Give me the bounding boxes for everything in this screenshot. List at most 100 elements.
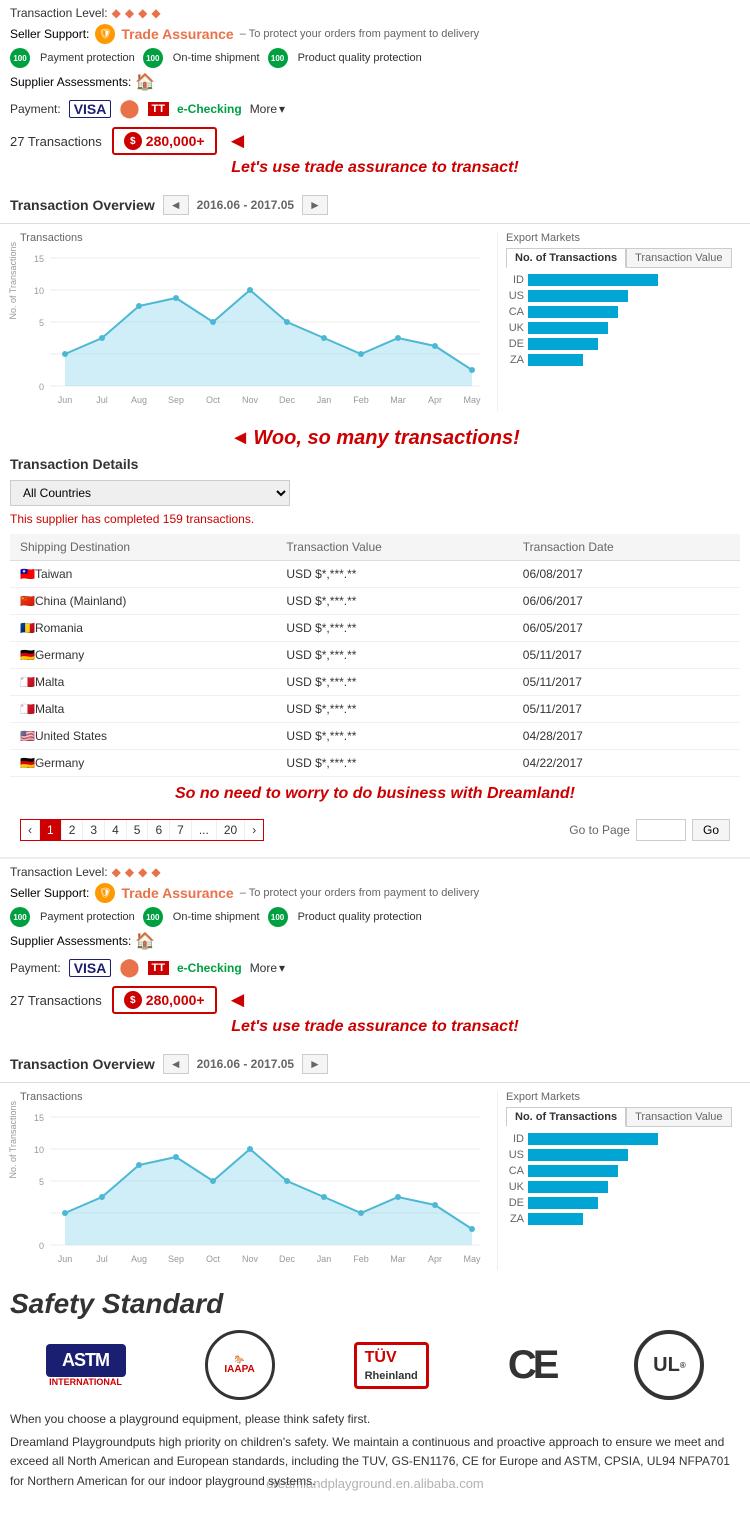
destination-cell: 🇷🇴Romania (10, 615, 276, 642)
watermark-text: dreamlandplayground.en.alibaba.com (266, 1476, 484, 1491)
seller-support-label: Seller Support: (10, 27, 89, 41)
date-cell: 05/11/2017 (513, 669, 740, 696)
page-7-button[interactable]: 7 (170, 820, 192, 840)
seller-support-row: Seller Support: 🛡 Trade Assurance – To p… (10, 24, 740, 44)
date-cell: 06/05/2017 (513, 615, 740, 642)
quality-label: Product quality protection (298, 52, 422, 64)
bottom-payment-label: Payment: (10, 961, 61, 975)
date-cell: 04/22/2017 (513, 750, 740, 777)
transaction-info-text: This supplier has completed (10, 512, 159, 526)
transaction-info-end: transactions. (186, 512, 254, 526)
goto-go-button[interactable]: Go (692, 819, 730, 841)
flag-icon: 🇲🇹 (20, 702, 35, 716)
supplier-assessments-row: Supplier Assessments: 🏠 (10, 72, 740, 92)
destination-cell: 🇩🇪Germany (10, 750, 276, 777)
tab-transaction-value[interactable]: Transaction Value (626, 248, 731, 268)
bottom-payment-protection-label: Payment protection (40, 911, 135, 923)
bottom-shield-icon: 🛡 (95, 883, 115, 903)
page-6-button[interactable]: 6 (148, 820, 170, 840)
svg-text:Feb: Feb (353, 1254, 369, 1264)
bottom-payment-row: Payment: VISA ⬤ TT e-Checking More ▾ (10, 957, 740, 978)
bottom-diamond-3: ◆ (138, 865, 147, 879)
goto-input[interactable] (636, 819, 686, 841)
value-cell: USD $*,***.** (276, 561, 512, 588)
bottom-bar-row-us: US (506, 1149, 734, 1161)
more-button-bottom[interactable]: More ▾ (250, 961, 285, 975)
bottom-protect-desc: – To protect your orders from payment to… (240, 887, 479, 899)
svg-text:15: 15 (34, 254, 44, 264)
diamond-2: ◆ (125, 6, 134, 20)
more-button-top[interactable]: More ▾ (250, 102, 285, 116)
table-row: 🇲🇹Malta USD $*,***.** 05/11/2017 (10, 696, 740, 723)
svg-text:Feb: Feb (353, 395, 369, 405)
bottom-payment-badge: 100 (10, 907, 30, 927)
bar-chart: ID US CA UK DE (506, 274, 734, 366)
flag-icon: 🇩🇪 (20, 648, 35, 662)
protection-badges: 100 Payment protection 100 On-time shipm… (10, 48, 740, 68)
flag-icon: 🇷🇴 (20, 621, 35, 635)
bottom-tab-no-of-transactions[interactable]: No. of Transactions (506, 1107, 626, 1127)
chart-container: No. of Transactions Transactions 15 10 5 (0, 224, 750, 419)
value-cell: USD $*,***.** (276, 750, 512, 777)
country-select-row: All Countries (10, 480, 740, 506)
goto-label: Go to Page (569, 823, 630, 837)
bottom-supplier-assessments-label: Supplier Assessments: (10, 934, 131, 948)
svg-text:10: 10 (34, 1145, 44, 1155)
payment-protection-label: Payment protection (40, 52, 135, 64)
country-select-dropdown[interactable]: All Countries (10, 480, 290, 506)
page-20-button[interactable]: 20 (217, 820, 245, 840)
bottom-seller-support-label: Seller Support: (10, 886, 89, 900)
bottom-annotation-1: Let's use trade assurance to transact! (231, 1018, 518, 1035)
svg-text:Apr: Apr (428, 1254, 442, 1264)
next-period-button[interactable]: ► (302, 195, 328, 215)
page-2-button[interactable]: 2 (62, 820, 84, 840)
annotation-1-box: Let's use trade assurance to transact! (10, 155, 740, 181)
page-3-button[interactable]: 3 (83, 820, 105, 840)
bottom-transaction-level-row: Transaction Level: ◆ ◆ ◆ ◆ (10, 865, 740, 879)
export-markets-title: Export Markets (506, 232, 734, 244)
bar-row-de: DE (506, 338, 734, 350)
bottom-bar-row-id: ID (506, 1133, 734, 1145)
next-page-button[interactable]: › (245, 820, 263, 840)
page-4-button[interactable]: 4 (105, 820, 127, 840)
bottom-next-period-button[interactable]: ► (302, 1054, 328, 1074)
transaction-details-title: Transaction Details (10, 456, 740, 472)
flag-icon: 🇺🇸 (20, 729, 35, 743)
col-shipping-destination: Shipping Destination (10, 534, 276, 561)
destination-cell: 🇺🇸United States (10, 723, 276, 750)
page-5-button[interactable]: 5 (127, 820, 149, 840)
svg-text:0: 0 (39, 1241, 44, 1251)
transaction-count: 159 (163, 512, 183, 526)
bottom-diamond-1: ◆ (112, 865, 121, 879)
bottom-tab-transaction-value[interactable]: Transaction Value (626, 1107, 731, 1127)
iaapa-logo: 🐎 IAAPA (205, 1330, 275, 1400)
transaction-table: Shipping Destination Transaction Value T… (10, 534, 740, 777)
quality-badge: 100 (268, 48, 288, 68)
table-row: 🇺🇸United States USD $*,***.** 04/28/2017 (10, 723, 740, 750)
chart-title: Transactions (20, 232, 497, 244)
table-row: 🇩🇪Germany USD $*,***.** 05/11/2017 (10, 642, 740, 669)
bottom-bar-row-ca: CA (506, 1165, 734, 1177)
annotation-3: So no need to worry to do business with … (175, 785, 575, 802)
tab-no-of-transactions[interactable]: No. of Transactions (506, 248, 626, 268)
prev-period-button[interactable]: ◄ (163, 195, 189, 215)
svg-text:Jun: Jun (58, 395, 73, 405)
date-cell: 05/11/2017 (513, 642, 740, 669)
page-1-button[interactable]: 1 (40, 820, 62, 840)
arrow-icon-1: ◄ (227, 128, 249, 154)
line-chart-area: No. of Transactions Transactions 15 10 5 (8, 232, 498, 411)
payment-label: Payment: (10, 102, 61, 116)
diamond-1: ◆ (112, 6, 121, 20)
overview-title: Transaction Overview (10, 197, 155, 213)
bottom-line-chart-area: No. of Transactions Transactions 15 10 5… (8, 1091, 498, 1270)
prev-page-button[interactable]: ‹ (21, 820, 40, 840)
destination-cell: 🇩🇪Germany (10, 642, 276, 669)
table-row: 🇲🇹Malta USD $*,***.** 05/11/2017 (10, 669, 740, 696)
safety-standard-section: Safety Standard ASTM INTERNATIONAL 🐎 IAA… (0, 1278, 750, 1501)
bottom-prev-period-button[interactable]: ◄ (163, 1054, 189, 1074)
svg-text:Jul: Jul (96, 395, 108, 405)
astm-logo: ASTM INTERNATIONAL (46, 1344, 126, 1387)
transaction-overview-section: Transaction Overview ◄ 2016.06 - 2017.05… (0, 187, 750, 419)
table-row: 🇷🇴Romania USD $*,***.** 06/05/2017 (10, 615, 740, 642)
bar-row-za: ZA (506, 354, 734, 366)
